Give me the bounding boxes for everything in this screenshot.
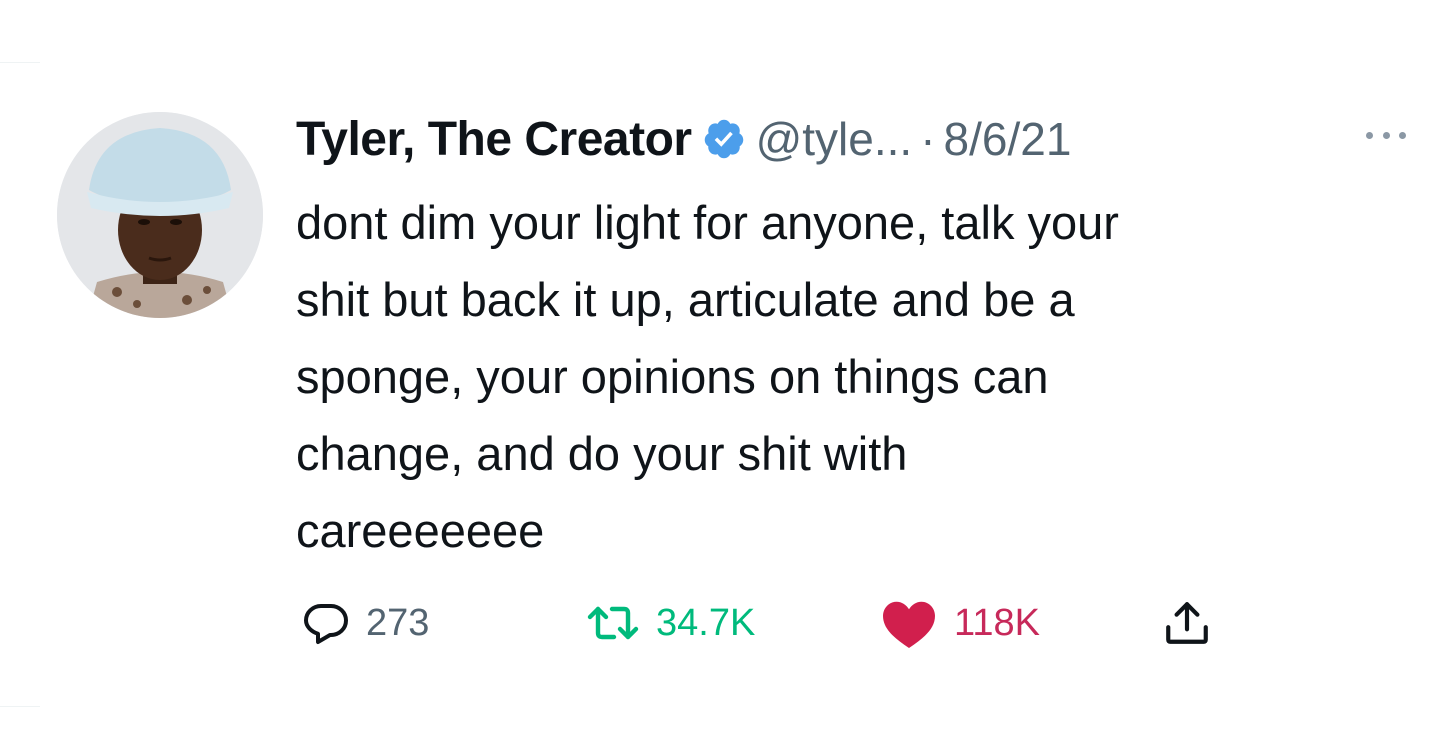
divider-top [0, 62, 40, 63]
share-icon [1162, 598, 1212, 648]
tweet-text: dont dim your light for anyone, talk you… [296, 196, 1119, 557]
more-dot [1399, 131, 1406, 139]
retweet-count: 34.7K [656, 601, 756, 644]
share-button[interactable] [1162, 592, 1212, 654]
divider-bottom [0, 706, 40, 707]
reply-button[interactable]: 273 [302, 592, 429, 654]
meta-separator: · [920, 113, 936, 165]
verified-badge-icon [702, 117, 746, 161]
tweet-date[interactable]: 8/6/21 [944, 112, 1072, 166]
avatar[interactable] [57, 112, 263, 318]
like-count: 118K [954, 601, 1040, 644]
more-options-icon[interactable] [1366, 128, 1406, 142]
like-button[interactable]: 118K [880, 592, 1040, 654]
author-display-name[interactable]: Tyler, The Creator [296, 112, 692, 167]
avatar-image [57, 112, 263, 318]
author-handle[interactable]: @tyle... [756, 112, 913, 166]
retweet-button[interactable]: 34.7K [586, 592, 755, 654]
retweet-icon [586, 599, 640, 647]
more-dot [1366, 131, 1373, 139]
tweet-header: Tyler, The Creator @tyle... · 8/6/21 [296, 104, 1071, 174]
tweet-actions: 273 34.7K 118K [296, 592, 1296, 654]
heart-icon [880, 597, 938, 649]
reply-icon [302, 599, 350, 647]
more-dot [1382, 131, 1390, 139]
reply-count: 273 [366, 601, 430, 644]
